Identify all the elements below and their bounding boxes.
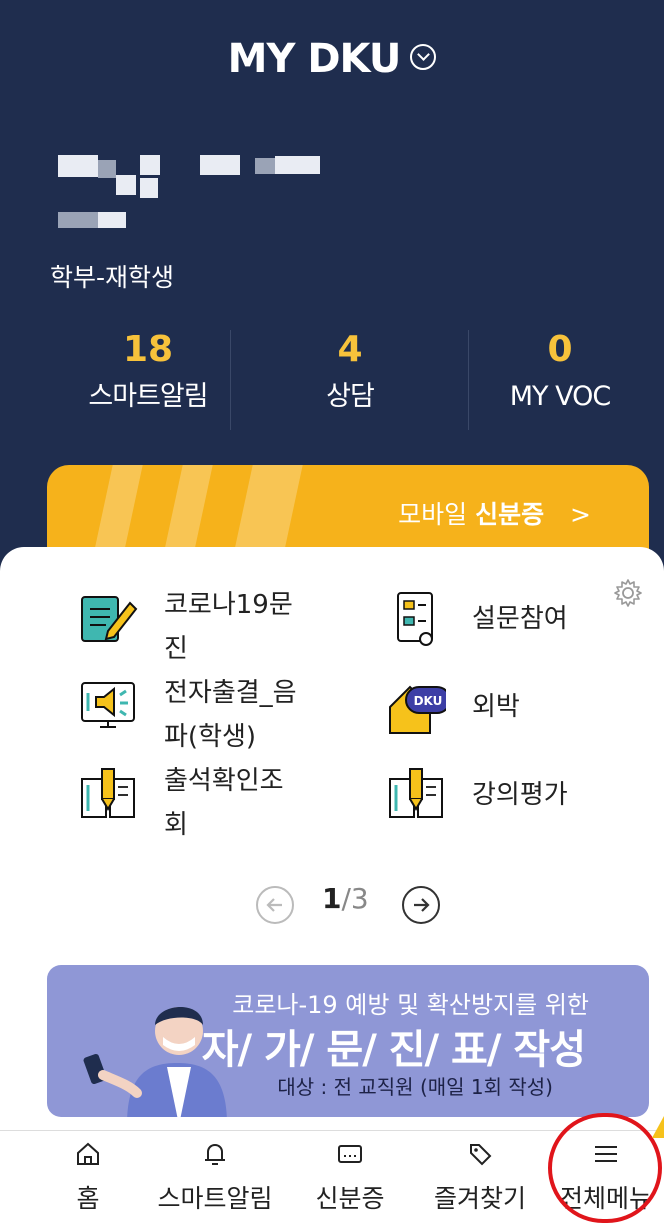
tag-icon: [470, 1144, 492, 1166]
survey-icon: [397, 592, 433, 646]
banner-target: 대상 : 전 교직원 (매일 1회 작성): [277, 1075, 553, 1099]
stat-label: MY VOC: [509, 381, 611, 412]
corona-survey-banner[interactable]: 코로나-19 예방 및 확산방지를 위한 자/ 가/ 문/ 진/ 표/ 작성 대…: [47, 965, 649, 1117]
attendance-book-icon: [81, 768, 135, 818]
mobile-id-card-label: 모바일 신분증 >: [398, 495, 591, 531]
overnight-badge-text: DKU: [414, 694, 443, 708]
quick-item-label: 강의평가: [472, 780, 568, 810]
arrow-left-icon: [266, 898, 282, 912]
annotation-arrow-tip: [652, 1116, 664, 1138]
banner-title: 자/ 가/ 문/ 진/ 표/ 작성: [201, 1027, 586, 1073]
pager-prev-button[interactable]: [256, 886, 294, 924]
quick-item-label: 외박: [472, 692, 520, 722]
mobile-id-card-bold: 신분증: [475, 500, 545, 529]
stat-label: 스마트알림: [88, 381, 208, 412]
quick-item-label: 출석확인조회: [164, 766, 284, 840]
pager-separator: /: [341, 882, 351, 915]
stat-value: 18: [122, 329, 174, 370]
overnight-house-icon: DKU: [389, 685, 446, 734]
stat-smart-alarm[interactable]: 18 스마트알림: [48, 325, 248, 419]
arrow-right-icon: [414, 898, 430, 912]
stat-my-voc[interactable]: 0 MY VOC: [460, 325, 660, 419]
tab-home[interactable]: 홈: [58, 1141, 118, 1215]
pager-total: 3: [350, 882, 369, 915]
tab-label: 신분증: [315, 1184, 385, 1213]
banner-subtitle: 코로나-19 예방 및 확산방지를 위한: [232, 991, 589, 1019]
stat-value: 0: [547, 329, 573, 370]
pager-current: 1: [322, 882, 342, 915]
corona-checklist-icon: [81, 596, 138, 642]
tab-label: 스마트알림: [157, 1184, 273, 1213]
header: MY DKU 학부-재학생 18 스마트알림 4 상담 0 MY VOC 모바일…: [0, 0, 664, 600]
brand-title-row[interactable]: MY DKU: [0, 36, 664, 82]
stat-consulting[interactable]: 4 상담: [250, 325, 450, 419]
lecture-evaluation-book-icon: [389, 768, 443, 818]
highlight-circle-annotation: [548, 1113, 662, 1223]
stat-value: 4: [337, 329, 363, 370]
e-attendance-icon: [81, 682, 135, 728]
brand-title: MY DKU: [227, 36, 402, 82]
id-card-icon: [338, 1145, 362, 1163]
tab-label: 즐겨찾기: [433, 1184, 526, 1213]
quick-item-label: 코로나19문진: [164, 590, 293, 664]
bell-icon: [205, 1143, 225, 1165]
quick-item-label: 전자출결_음파(학생): [164, 678, 297, 752]
quick-item-label: 설문참여: [472, 604, 568, 634]
home-icon: [77, 1142, 99, 1165]
stat-label: 상담: [326, 381, 375, 412]
divider: [230, 330, 231, 430]
stats-row: 18 스마트알림 4 상담 0 MY VOC: [0, 325, 664, 435]
tab-id-card[interactable]: 신분증: [305, 1141, 395, 1215]
tab-smart-alarm[interactable]: 스마트알림: [155, 1141, 275, 1215]
user-role: 학부-재학생: [50, 263, 175, 292]
mobile-id-card-prefix: 모바일: [398, 500, 468, 529]
chevron-down-icon[interactable]: [410, 44, 437, 70]
chevron-right-icon: >: [570, 500, 591, 529]
tab-favorites[interactable]: 즐겨찾기: [425, 1141, 535, 1215]
tab-label: 홈: [76, 1184, 100, 1213]
pager-next-button[interactable]: [402, 886, 440, 924]
